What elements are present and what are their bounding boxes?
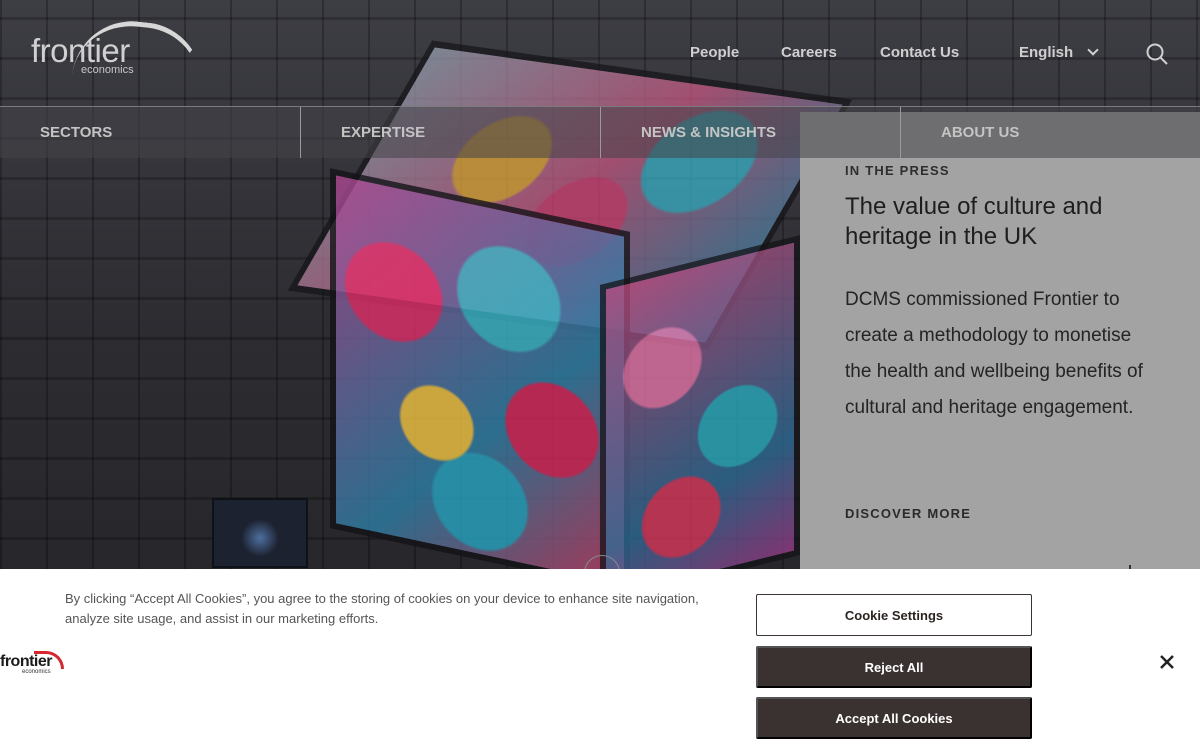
- feature-title: The value of culture and heritage in the…: [845, 193, 1103, 250]
- feature-eyebrow: IN THE PRESS: [845, 163, 950, 178]
- reject-all-button[interactable]: Reject All: [756, 646, 1032, 688]
- cube-right-face: [600, 235, 800, 605]
- language-selector[interactable]: English: [1019, 44, 1099, 61]
- main-nav-expertise[interactable]: EXPERTISE: [300, 107, 600, 158]
- nav-contact-us[interactable]: Contact Us: [880, 44, 959, 61]
- cookie-logo-subtitle: economics: [22, 669, 51, 675]
- nav-people[interactable]: People: [690, 44, 739, 61]
- feature-body: DCMS commissioned Frontier to create a m…: [845, 289, 1143, 418]
- background-screen: [212, 498, 308, 568]
- cookie-banner-logo: frontier economics: [0, 651, 70, 677]
- cube-left-face: [330, 168, 630, 592]
- chevron-down-icon: [1087, 44, 1099, 56]
- nav-careers[interactable]: Careers: [781, 44, 837, 61]
- search-icon[interactable]: [1146, 43, 1168, 65]
- close-icon[interactable]: [1158, 653, 1176, 671]
- main-nav-sectors[interactable]: SECTORS: [0, 107, 300, 158]
- logo-subtitle: economics: [81, 64, 134, 76]
- discover-more-link[interactable]: DISCOVER MORE: [845, 506, 971, 521]
- cookie-notice-text: By clicking “Accept All Cookies”, you ag…: [65, 591, 699, 626]
- main-nav: SECTORS EXPERTISE NEWS & INSIGHTS ABOUT …: [0, 107, 1200, 158]
- cookie-banner: By clicking “Accept All Cookies”, you ag…: [0, 569, 1200, 740]
- cookie-settings-button[interactable]: Cookie Settings: [756, 594, 1032, 636]
- site-logo[interactable]: frontier economics: [31, 15, 208, 89]
- main-nav-news-insights[interactable]: NEWS & INSIGHTS: [600, 107, 900, 158]
- language-label: English: [1019, 44, 1074, 61]
- main-nav-about-us[interactable]: ABOUT US: [900, 107, 1200, 158]
- accept-all-cookies-button[interactable]: Accept All Cookies: [756, 697, 1032, 739]
